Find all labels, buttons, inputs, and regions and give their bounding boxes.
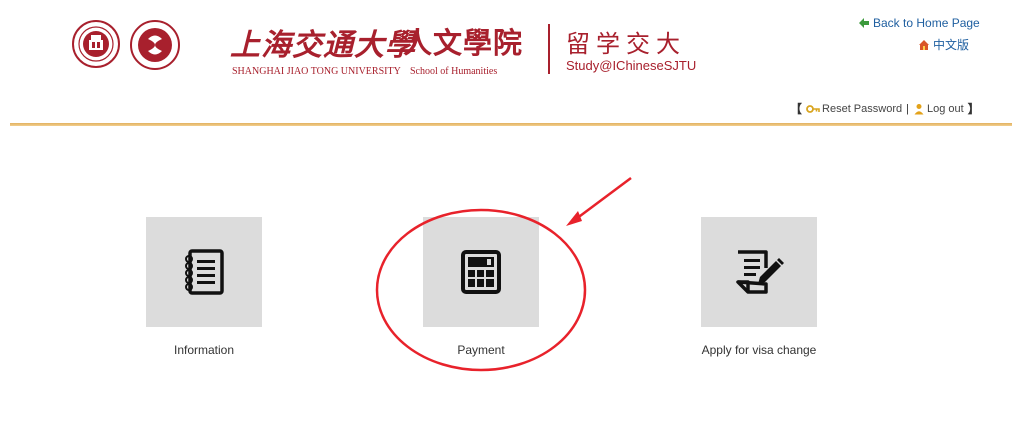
back-to-home-link[interactable]: Back to Home Page bbox=[858, 16, 980, 30]
university-name-cn: 上海交通大學 bbox=[230, 28, 416, 63]
user-icon bbox=[914, 103, 924, 114]
information-tile[interactable] bbox=[146, 217, 262, 327]
sjtu-seal-logo bbox=[72, 20, 120, 68]
bracket-close: 】 bbox=[967, 102, 980, 116]
separator: | bbox=[906, 102, 909, 115]
portal-title-cn: 留学交大 bbox=[566, 30, 686, 58]
reset-password-link[interactable]: Reset Password bbox=[806, 103, 902, 115]
humanities-seal-logo bbox=[130, 20, 180, 70]
header-divider bbox=[548, 24, 550, 74]
payment-label[interactable]: Payment bbox=[381, 343, 581, 357]
site-header: 上海交通大學 SHANGHAI JIAO TONG UNIVERSITY 人文學… bbox=[0, 0, 1022, 126]
header-rule bbox=[10, 123, 1012, 126]
chinese-version-label: 中文版 bbox=[933, 38, 970, 52]
visa-change-tile[interactable] bbox=[701, 217, 817, 327]
annotation-arrow-line bbox=[571, 176, 632, 224]
calculator-icon bbox=[461, 250, 501, 294]
user-actions-bar: 【 Reset Password | Log out 】 bbox=[790, 100, 980, 117]
chinese-version-link[interactable]: 中文版 bbox=[918, 36, 969, 53]
bracket-open: 【 bbox=[790, 102, 803, 116]
portal-title-en: Study@IChineseSJTU bbox=[566, 58, 697, 73]
logout-link[interactable]: Log out bbox=[913, 103, 964, 115]
reset-password-label: Reset Password bbox=[822, 102, 903, 115]
logout-label: Log out bbox=[926, 102, 964, 115]
information-label[interactable]: Information bbox=[104, 343, 304, 357]
school-name-en: School of Humanities bbox=[410, 66, 498, 77]
key-icon bbox=[806, 104, 820, 113]
visa-change-label[interactable]: Apply for visa change bbox=[659, 343, 859, 357]
home-arrow-icon bbox=[859, 18, 869, 28]
back-to-home-label: Back to Home Page bbox=[873, 16, 980, 30]
edit-document-icon bbox=[736, 250, 784, 294]
annotation-arrow-head bbox=[566, 211, 582, 226]
payment-tile[interactable] bbox=[423, 217, 539, 327]
house-icon bbox=[919, 39, 929, 50]
notebook-icon bbox=[185, 249, 224, 295]
school-name-cn: 人文學院 bbox=[403, 26, 524, 60]
university-name-en: SHANGHAI JIAO TONG UNIVERSITY bbox=[232, 66, 401, 77]
